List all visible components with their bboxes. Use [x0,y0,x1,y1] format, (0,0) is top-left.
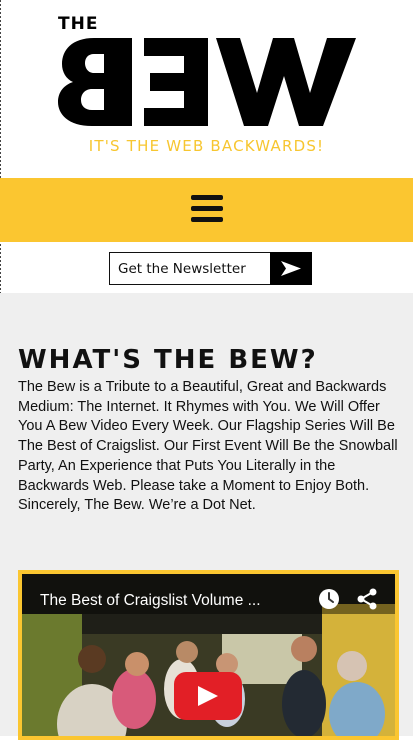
watch-later-clock-icon[interactable] [318,588,340,610]
arrow-right-icon [281,261,301,276]
play-button[interactable] [174,672,242,720]
logo-tagline: IT'S THE WEB BACKWARDS! [88,137,325,155]
video-embed[interactable]: The Best of Craigslist Volume ... [18,570,399,740]
page-heading: WHAT'S THE BEW? [18,345,318,375]
logo-the-text: THE [58,14,99,34]
logo-bew-mark [58,38,356,126]
newsletter-signup[interactable]: Get the Newsletter [109,252,312,285]
hamburger-menu-icon[interactable] [191,195,223,223]
play-icon [198,686,218,706]
logo-letter-w [216,38,356,126]
intro-paragraph: The Bew is a Tribute to a Beautiful, Gre… [18,379,398,514]
video-title[interactable]: The Best of Craigslist Volume ... [40,592,261,610]
logo-letter-e-mirrored [144,38,208,126]
newsletter-submit-button[interactable] [270,252,312,285]
site-logo[interactable]: THE IT'S THE WEB BACKWARDS! [0,0,413,178]
newsletter-label[interactable]: Get the Newsletter [118,253,246,286]
share-icon[interactable] [356,588,378,610]
logo-letter-b-mirrored [58,38,132,126]
